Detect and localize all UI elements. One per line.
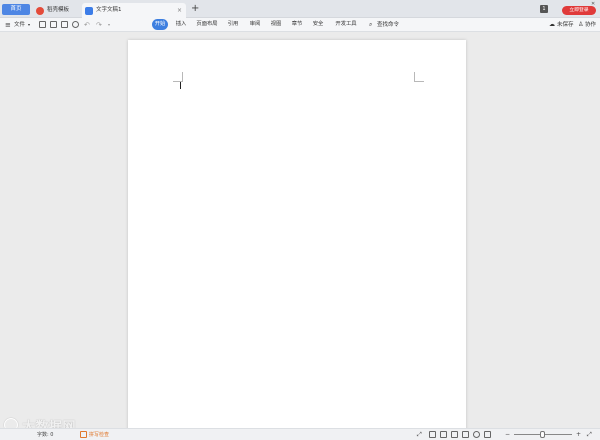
read-mode-icon[interactable] <box>451 431 458 438</box>
hamburger-menu-icon[interactable]: ≡ <box>5 19 11 31</box>
new-tab-button[interactable]: + <box>191 3 199 15</box>
print-icon[interactable] <box>61 21 68 28</box>
redo-icon[interactable]: ↷ <box>96 19 102 31</box>
cloud-icon: ☁ <box>549 21 555 28</box>
collab-icon: ♙ <box>578 21 584 28</box>
tab-document-label: 文字文稿1 <box>96 7 122 13</box>
menu-review[interactable]: 审阅 <box>248 19 262 30</box>
tab-document[interactable]: 文字文稿1 × <box>82 3 186 18</box>
tab-template[interactable]: 稻壳模板 <box>33 3 79 18</box>
search-icon[interactable]: ⌕ <box>369 19 372 31</box>
tab-template-label: 稻壳模板 <box>47 7 70 13</box>
menu-start[interactable]: 开始 <box>152 19 168 30</box>
notification-badge-icon[interactable]: 1 <box>540 5 548 13</box>
docer-logo-icon <box>36 7 44 15</box>
spell-check-status[interactable]: 拼写检查 <box>89 430 109 440</box>
writer-doc-icon <box>85 7 93 15</box>
menu-view[interactable]: 视图 <box>269 19 283 30</box>
file-menu[interactable]: 文件 <box>14 19 25 31</box>
save-status[interactable]: 未保存 <box>557 19 574 31</box>
more-dropdown-icon[interactable]: ▾ <box>108 19 110 31</box>
tab-bar: 首页 稻壳模板 文字文稿1 × + 1 立即登录 ✕ <box>0 0 600 18</box>
word-count[interactable]: 字数: 0 <box>37 430 53 440</box>
fullscreen-icon[interactable]: ⤢ <box>417 430 422 440</box>
tab-home[interactable]: 首页 <box>2 4 30 15</box>
undo-icon[interactable]: ↶ <box>84 19 90 31</box>
collab-button[interactable]: 协作 <box>585 19 596 31</box>
zoom-out-button[interactable]: − <box>505 430 510 440</box>
menu-developer-tools[interactable]: 开发工具 <box>334 19 358 30</box>
save-icon[interactable] <box>39 21 46 28</box>
page-view-icon[interactable] <box>429 431 436 438</box>
menu-security[interactable]: 安全 <box>311 19 325 30</box>
close-window-icon[interactable]: ✕ <box>591 0 595 10</box>
zoom-in-button[interactable]: + <box>576 430 581 440</box>
status-bar: 字数: 0 拼写检查 ⤢ − + ⤢ <box>0 428 600 440</box>
document-page[interactable] <box>128 40 466 434</box>
menu-insert[interactable]: 插入 <box>174 19 188 30</box>
fit-page-icon[interactable]: ⤢ <box>587 430 592 440</box>
margin-corner-marker <box>414 72 424 82</box>
menu-chapter[interactable]: 章节 <box>290 19 304 30</box>
write-mode-icon[interactable] <box>462 431 469 438</box>
eye-protection-icon[interactable] <box>484 431 491 438</box>
close-tab-icon[interactable]: × <box>177 3 182 18</box>
main-toolbar: ≡ 文件 ▾ ↶ ↷ ▾ 开始 插入 页面布局 引用 审阅 视图 章节 安全 开… <box>0 18 600 32</box>
file-dropdown-icon[interactable]: ▾ <box>28 19 30 31</box>
outline-view-icon[interactable] <box>440 431 447 438</box>
command-search[interactable]: 查找命令 <box>377 19 399 31</box>
print-preview-icon[interactable] <box>72 21 79 28</box>
export-pdf-icon[interactable] <box>50 21 57 28</box>
spell-check-icon <box>80 431 87 438</box>
zoom-slider-thumb[interactable] <box>540 431 545 438</box>
text-caret <box>180 82 181 89</box>
web-view-icon[interactable] <box>473 431 480 438</box>
menu-page-layout[interactable]: 页面布局 <box>195 19 219 30</box>
menu-references[interactable]: 引用 <box>226 19 240 30</box>
margin-corner-marker <box>173 72 183 82</box>
